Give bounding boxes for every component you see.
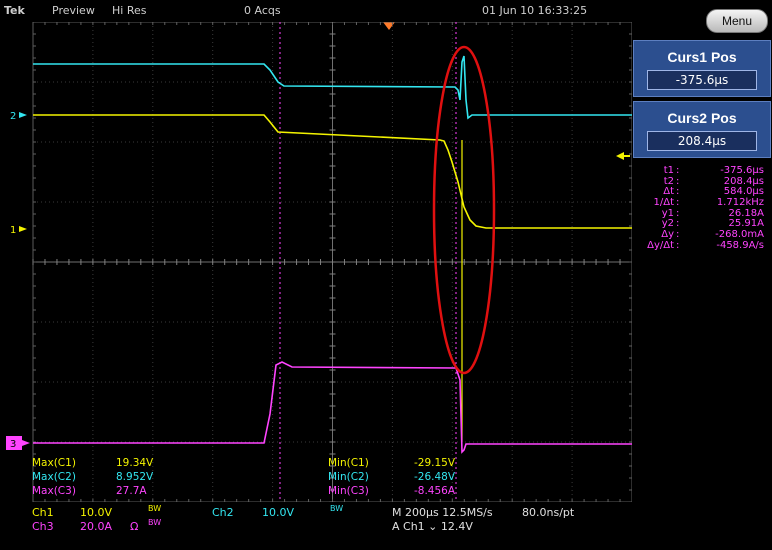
min-c2-label: Min(C2) <box>328 471 369 483</box>
measurements-panel[interactable]: Max(C1) 19.34V Max(C2) 8.952V Max(C3) 27… <box>0 455 632 502</box>
ch2-bandwidth-badge: BW <box>330 504 344 513</box>
ch2-marker-label: 2 <box>10 111 16 122</box>
min-c3-value: -8.456A <box>414 485 456 497</box>
max-c2-label: Max(C2) <box>32 471 76 483</box>
min-c2-value: -26.48V <box>414 471 456 483</box>
ch1-button[interactable]: Ch1 <box>32 506 54 519</box>
annotation-ellipse <box>432 45 496 375</box>
ch1-bandwidth-badge: BW <box>148 504 162 513</box>
channel-status-bar: Ch1 10.0V BW Ch2 10.0V BW Ch3 20.0A Ω BW… <box>0 502 772 550</box>
ch1-scale[interactable]: 10.0V <box>80 506 112 519</box>
trigger-readout[interactable]: A Ch1 ⌄ 12.4V <box>392 520 473 533</box>
status-bar: Tek Preview Hi Res 0 Acqs 01 Jun 10 16:3… <box>0 0 772 22</box>
ch3-termination: Ω <box>130 520 139 533</box>
ch3-bandwidth-badge: BW <box>148 518 162 527</box>
timebase-readout[interactable]: M 200µs 12.5MS/s <box>392 506 493 519</box>
readout-key: Δy/Δt <box>647 239 674 251</box>
ch1-marker-label: 1 <box>10 225 16 236</box>
max-c3-value: 27.7A <box>116 485 147 497</box>
max-c1-label: Max(C1) <box>32 457 76 469</box>
max-c2-value: 8.952V <box>116 471 154 483</box>
ch3-button[interactable]: Ch3 <box>32 520 54 533</box>
cursor-1-position-panel[interactable]: Curs1 Pos -375.6µs <box>633 40 771 97</box>
ch3-ground-icon[interactable]: 3 <box>6 436 30 450</box>
ch1-ground-icon[interactable]: 1 <box>10 225 27 236</box>
cursor-1-title: Curs1 Pos <box>667 49 737 65</box>
cursor-2-position-panel[interactable]: Curs2 Pos 208.4µs <box>633 101 771 158</box>
timestamp: 01 Jun 10 16:33:25 <box>482 4 588 17</box>
resolution-readout: 80.0ns/pt <box>522 506 575 519</box>
ch3-marker-label: 3 <box>10 439 16 450</box>
ch2-scale[interactable]: 10.0V <box>262 506 294 519</box>
cursor-1-value[interactable]: -375.6µs <box>647 70 757 90</box>
acquisition-count: 0 Acqs <box>244 4 281 17</box>
waveform-display[interactable]: 2 1 3 <box>0 22 632 502</box>
mode-label: Preview <box>52 4 95 17</box>
readout-value: -458.9A/s <box>716 239 764 251</box>
brand-label: Tek <box>4 4 25 17</box>
ch2-ground-icon[interactable]: 2 <box>10 111 27 122</box>
cursor-2-value[interactable]: 208.4µs <box>647 131 757 151</box>
cursor-2-title: Curs2 Pos <box>667 110 737 126</box>
max-c3-label: Max(C3) <box>32 485 76 497</box>
graticule <box>32 22 632 502</box>
max-c1-value: 19.34V <box>116 457 154 469</box>
min-c1-label: Min(C1) <box>328 457 369 469</box>
min-c1-value: -29.15V <box>414 457 456 469</box>
cursor-readouts: t1: -375.6µs t2:208.4µs Δt:584.0µs 1/Δt:1… <box>640 165 768 252</box>
ch3-scale[interactable]: 20.0A <box>80 520 112 533</box>
menu-button[interactable]: Menu <box>706 9 768 33</box>
readout-row: Δy/Δt: -458.9A/s <box>647 239 764 251</box>
acquisition-mode-label: Hi Res <box>112 4 147 17</box>
ch2-button[interactable]: Ch2 <box>212 506 234 519</box>
trigger-level-icon[interactable] <box>616 152 630 160</box>
min-c3-label: Min(C3) <box>328 485 369 497</box>
